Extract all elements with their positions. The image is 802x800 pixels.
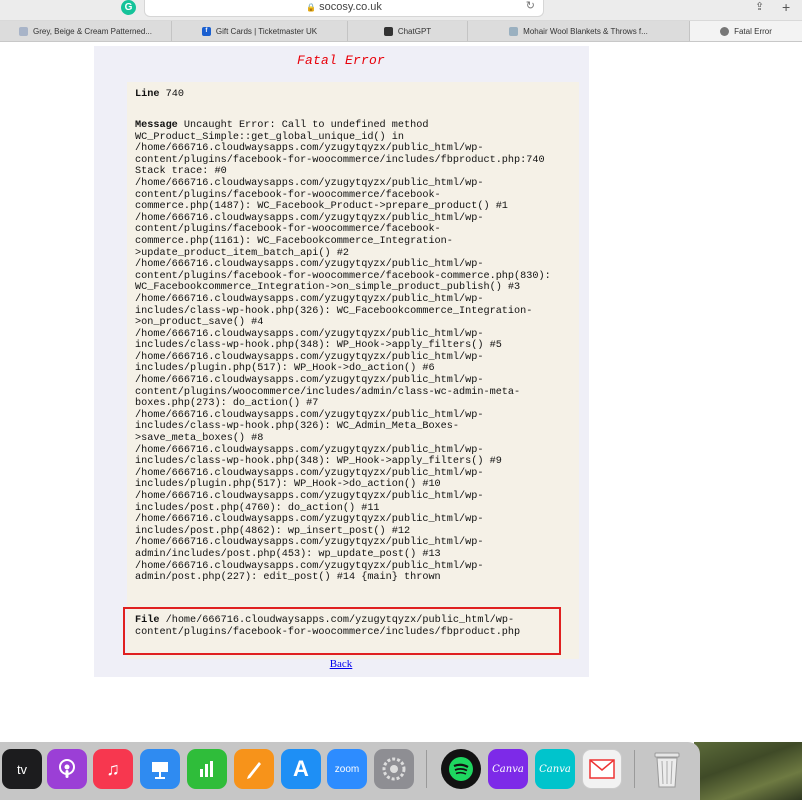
tab-label: Gift Cards | Ticketmaster UK: [215, 26, 318, 36]
system-preferences-icon[interactable]: [374, 749, 414, 789]
tab-ticketmaster[interactable]: f Gift Cards | Ticketmaster UK: [172, 21, 348, 41]
mail-icon[interactable]: [582, 749, 622, 789]
canva-icon[interactable]: Canva: [535, 749, 575, 789]
lock-icon: 🔒: [306, 3, 317, 12]
file-path: /home/666716.cloudwaysapps.com/yzugytqyz…: [135, 615, 521, 638]
message-label: Message: [135, 120, 178, 131]
dock: tv ♫ A zoom Canva Canva: [0, 742, 700, 800]
zoom-label: zoom: [334, 763, 360, 775]
dock-separator: [426, 750, 427, 788]
pages-icon[interactable]: [234, 749, 274, 789]
podcasts-icon[interactable]: [47, 749, 87, 789]
tab-chatgpt[interactable]: ChatGPT: [348, 21, 468, 41]
share-icon[interactable]: ⇪: [755, 0, 764, 13]
line-row: Line 740: [135, 89, 184, 101]
tab-favicon-icon: [18, 26, 28, 36]
app-store-icon[interactable]: A: [281, 749, 321, 789]
tab-favicon-icon: [509, 26, 519, 36]
file-row: File /home/666716.cloudwaysapps.com/yzug…: [135, 615, 555, 638]
message-text: Uncaught Error: Call to undefined method…: [135, 120, 551, 584]
tab-mohair[interactable]: Mohair Wool Blankets & Throws f...: [468, 21, 690, 41]
back-link[interactable]: Back: [0, 658, 682, 670]
reload-icon[interactable]: ↻: [526, 0, 535, 12]
url-text: socosy.co.uk: [319, 1, 382, 13]
tab-bar: Grey, Beige & Cream Patterned... f Gift …: [0, 21, 802, 42]
file-label: File: [135, 615, 160, 626]
numbers-icon[interactable]: [187, 749, 227, 789]
zoom-icon[interactable]: zoom: [327, 749, 367, 789]
facebook-favicon-icon: f: [201, 26, 211, 36]
tab-label: Mohair Wool Blankets & Throws f...: [523, 26, 648, 36]
page-title: Fatal Error: [296, 53, 385, 68]
grammarly-extension-icon[interactable]: G: [121, 0, 136, 15]
browser-toolbar: G 🔒 socosy.co.uk ↻ ⇪ +: [0, 0, 802, 21]
canva-label: Canva: [492, 763, 524, 775]
canva-label: Canva: [539, 763, 571, 775]
spotify-icon[interactable]: [441, 749, 481, 789]
new-tab-icon[interactable]: +: [782, 0, 790, 15]
tab-label: Fatal Error: [734, 26, 772, 36]
chatgpt-favicon-icon: [383, 26, 393, 36]
apple-tv-icon[interactable]: tv: [2, 749, 42, 789]
desktop-wallpaper: [694, 742, 802, 800]
tab-label: Grey, Beige & Cream Patterned...: [32, 26, 152, 36]
keynote-icon[interactable]: [140, 749, 180, 789]
message-row: Message Uncaught Error: Call to undefine…: [135, 120, 575, 584]
tab-label: ChatGPT: [397, 26, 432, 36]
line-label: Line: [135, 89, 160, 100]
settings-favicon-icon: [720, 26, 730, 36]
apple-tv-label: tv: [16, 761, 28, 777]
line-value: 740: [165, 89, 184, 100]
trash-icon[interactable]: [647, 749, 687, 789]
music-icon[interactable]: ♫: [93, 749, 133, 789]
canva-icon[interactable]: Canva: [488, 749, 528, 789]
dock-separator: [634, 750, 635, 788]
tab-grey-beige[interactable]: Grey, Beige & Cream Patterned...: [0, 21, 172, 41]
address-bar[interactable]: 🔒 socosy.co.uk ↻: [144, 0, 544, 17]
music-glyph: ♫: [106, 758, 120, 779]
tab-fatal-error[interactable]: Fatal Error: [690, 21, 802, 41]
